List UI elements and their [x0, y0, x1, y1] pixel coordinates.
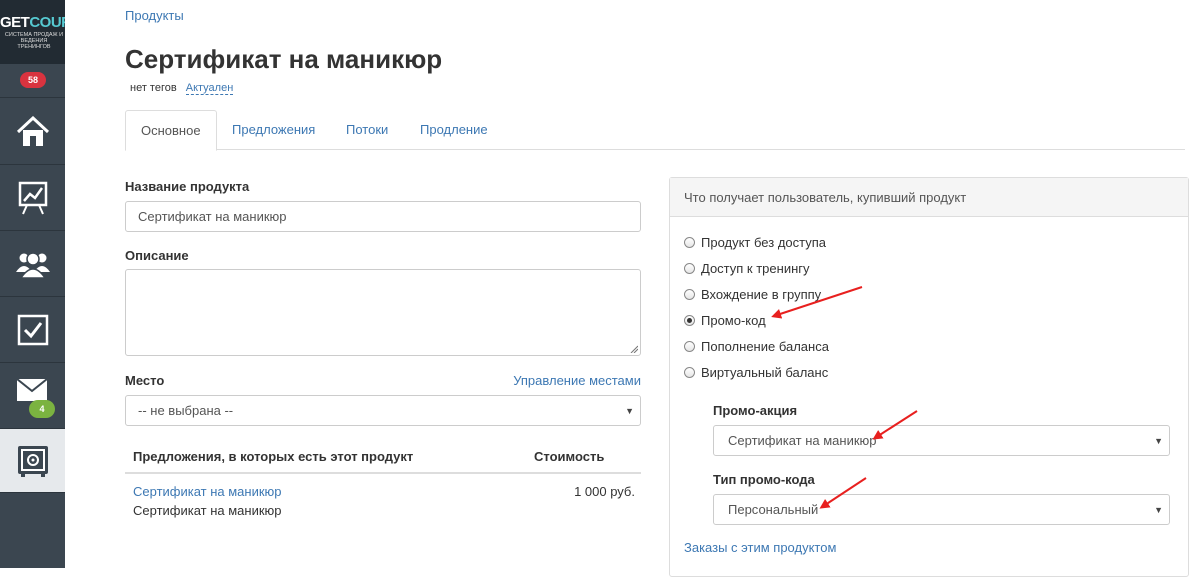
notifications-row[interactable]: 58	[0, 64, 65, 98]
description-textarea[interactable]	[125, 269, 641, 356]
tab-main[interactable]: Основное	[125, 110, 217, 151]
chevron-down-icon: ▼	[625, 405, 634, 416]
table-row: Сертификат на маникюр Сертификат на мани…	[125, 474, 641, 526]
sidebar-item-products[interactable]	[0, 429, 65, 493]
tab-offers[interactable]: Предложения	[217, 110, 330, 150]
option-training-access[interactable]: Доступ к тренингу	[684, 259, 810, 277]
offer-subtitle: Сертификат на маникюр	[133, 503, 282, 518]
promo-type-value: Персональный	[728, 502, 819, 517]
table-header: Предложения, в которых есть этот продукт…	[125, 440, 641, 474]
logo-tagline: СИСТЕМА ПРОДАЖ И ВЕДЕНИЯ ТРЕНИНГОВ	[4, 32, 64, 50]
product-name-label: Название продукта	[125, 179, 250, 194]
resize-grip-icon[interactable]	[630, 345, 638, 353]
column-header-price: Стоимость	[534, 449, 605, 464]
notifications-badge[interactable]: 58	[20, 72, 46, 88]
tags-row: нет тегов Актуален	[130, 82, 234, 95]
product-name-input[interactable]: Сертификат на маникюр	[125, 201, 641, 232]
place-select[interactable]: -- не выбрана -- ▼	[125, 395, 641, 426]
manage-places-link[interactable]: Управление местами	[513, 373, 641, 388]
option-label: Промо-код	[701, 312, 766, 328]
sidebar-item-tasks[interactable]	[0, 297, 65, 363]
radio-training-access[interactable]	[684, 262, 695, 274]
orders-with-product-link[interactable]: Заказы с этим продуктом	[684, 540, 836, 555]
offer-link[interactable]: Сертификат на маникюр	[133, 484, 282, 499]
option-label: Виртуальный баланс	[701, 364, 829, 380]
promo-action-value: Сертификат на маникюр	[728, 433, 877, 448]
sidebar-item-home[interactable]	[0, 99, 65, 165]
promo-action-select[interactable]: Сертификат на маникюр ▼	[713, 425, 1170, 456]
option-label: Вхождение в группу	[701, 286, 822, 302]
place-label: Место	[125, 373, 165, 388]
safe-products-icon	[17, 445, 48, 477]
product-name-value: Сертификат на маникюр	[138, 209, 287, 224]
offer-price: 1 000 руб.	[574, 484, 635, 499]
option-label: Продукт без доступа	[701, 234, 827, 250]
sidebar-item-users[interactable]	[0, 231, 65, 297]
tags-label[interactable]: нет тегов	[130, 82, 177, 94]
radio-group-join[interactable]	[684, 288, 695, 300]
chevron-down-icon: ▼	[1154, 435, 1163, 446]
radio-balance-topup[interactable]	[684, 340, 695, 352]
tab-streams[interactable]: Потоки	[331, 110, 403, 150]
breadcrumb-products-link[interactable]: Продукты	[125, 8, 184, 23]
page-title: Сертификат на маникюр	[125, 44, 443, 74]
option-promo-code[interactable]: Промо-код	[684, 311, 766, 329]
status-badge[interactable]: Актуален	[185, 82, 234, 95]
tabs: Основное Предложения Потоки Продление	[125, 110, 1185, 151]
mail-icon	[15, 377, 48, 401]
option-balance-topup[interactable]: Пополнение баланса	[684, 337, 829, 355]
promo-type-select[interactable]: Персональный ▼	[713, 494, 1170, 525]
sidebar: GETCOURSE СИСТЕМА ПРОДАЖ И ВЕДЕНИЯ ТРЕНИ…	[0, 0, 65, 568]
users-icon	[15, 251, 50, 278]
chart-board-icon	[18, 181, 47, 214]
description-label: Описание	[125, 248, 189, 263]
sidebar-item-messages[interactable]: 4	[0, 363, 65, 429]
promo-action-label: Промо-акция	[713, 403, 798, 418]
promo-type-label: Тип промо-кода	[713, 472, 815, 487]
option-label: Доступ к тренингу	[701, 260, 810, 276]
home-icon	[16, 115, 49, 146]
tasks-checkbox-icon	[17, 314, 48, 345]
radio-promo-code[interactable]	[684, 314, 695, 326]
logo-text: GETCOURSE	[0, 14, 65, 31]
chevron-down-icon: ▼	[1154, 504, 1163, 515]
offers-table: Предложения, в которых есть этот продукт…	[125, 440, 641, 526]
place-select-value: -- не выбрана --	[138, 403, 234, 418]
option-group-join[interactable]: Вхождение в группу	[684, 285, 821, 303]
option-label: Пополнение баланса	[701, 338, 829, 354]
messages-badge[interactable]: 4	[29, 400, 55, 418]
column-header-offers: Предложения, в которых есть этот продукт	[133, 449, 414, 464]
panel-heading: Что получает пользователь, купивший прод…	[670, 178, 1188, 217]
sidebar-item-statistics[interactable]	[0, 165, 65, 231]
option-virtual-balance[interactable]: Виртуальный баланс	[684, 363, 828, 381]
purchase-result-panel: Что получает пользователь, купивший прод…	[669, 177, 1189, 577]
tab-renewal[interactable]: Продление	[405, 110, 503, 150]
app-logo[interactable]: GETCOURSE СИСТЕМА ПРОДАЖ И ВЕДЕНИЯ ТРЕНИ…	[0, 0, 65, 64]
radio-no-access[interactable]	[684, 236, 695, 248]
radio-virtual-balance[interactable]	[684, 366, 695, 378]
option-no-access[interactable]: Продукт без доступа	[684, 233, 826, 251]
